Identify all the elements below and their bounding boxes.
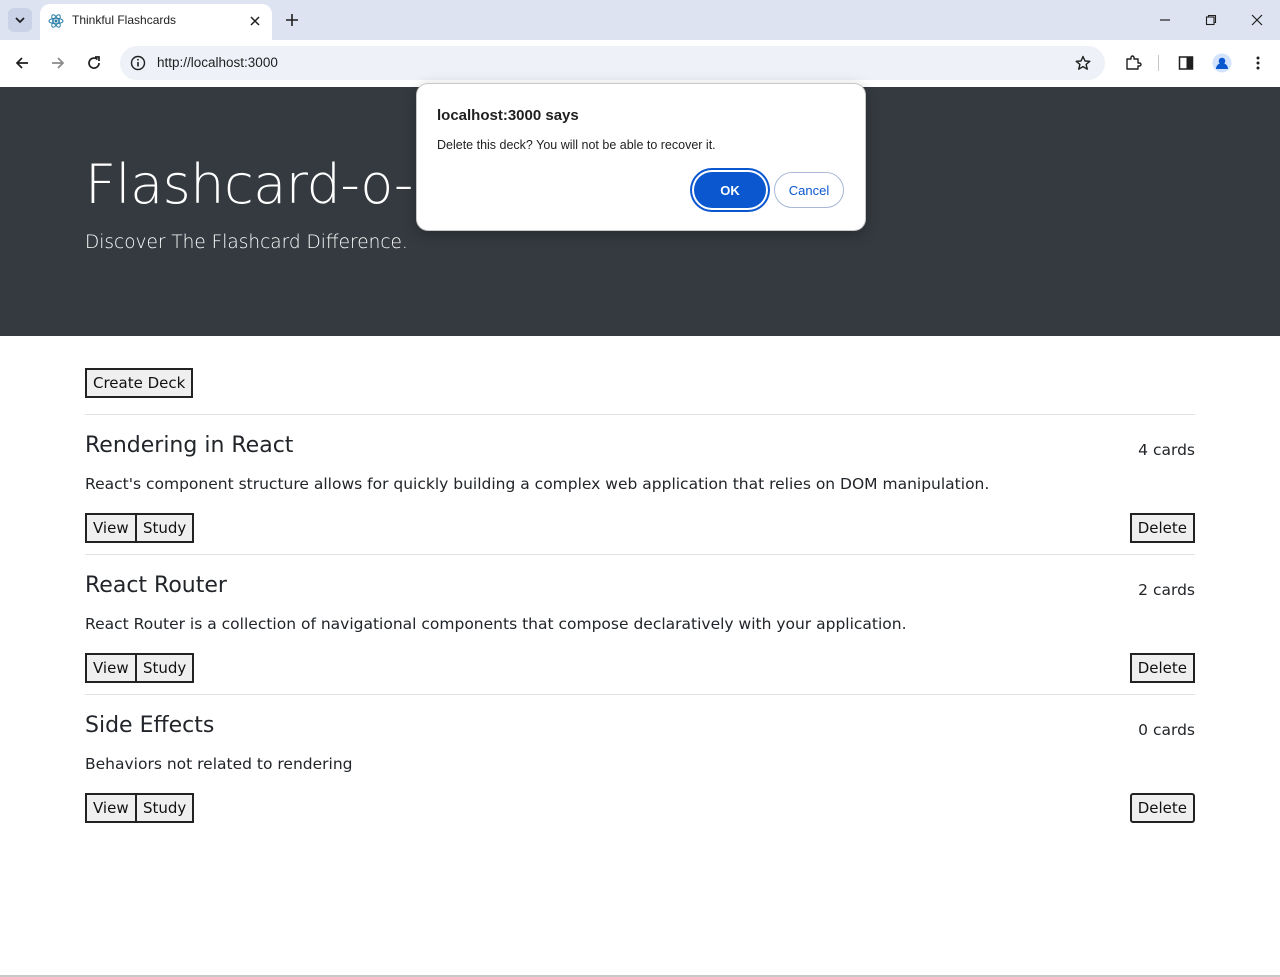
tab-strip: Thinkful Flashcards [0, 0, 1280, 40]
toolbar-divider [1158, 55, 1159, 71]
divider [85, 554, 1195, 555]
dialog-message: Delete this deck? You will not be able t… [437, 138, 716, 152]
deck-description: Behaviors not related to rendering [85, 755, 353, 773]
minimize-icon[interactable] [1154, 10, 1176, 30]
deck-card: Rendering in React 4 cards React's compo… [85, 433, 1195, 573]
deck-card-count: 4 cards [1138, 441, 1195, 459]
plus-icon[interactable] [282, 10, 302, 30]
star-icon[interactable] [1073, 53, 1093, 73]
browser-tab[interactable]: Thinkful Flashcards [40, 4, 272, 40]
view-button[interactable]: View [85, 793, 137, 823]
view-button[interactable]: View [85, 513, 137, 543]
divider [85, 414, 1195, 415]
profile-icon[interactable] [1211, 52, 1233, 74]
delete-button[interactable]: Delete [1129, 513, 1195, 543]
forward-arrow-icon[interactable] [47, 52, 69, 74]
study-button[interactable]: Study [135, 653, 195, 683]
address-bar[interactable]: http://localhost:3000 [120, 46, 1105, 80]
close-window-icon[interactable] [1246, 10, 1268, 30]
create-deck-button[interactable]: Create Deck [85, 368, 194, 398]
react-icon [48, 13, 64, 29]
tab-title: Thinkful Flashcards [72, 13, 177, 27]
deck-card-count: 2 cards [1138, 581, 1195, 599]
ok-button[interactable]: OK [694, 172, 766, 208]
deck-title: Side Effects [85, 713, 215, 738]
deck-card: Side Effects 0 cards Behaviors not relat… [85, 713, 1195, 853]
delete-button[interactable]: Delete [1129, 653, 1195, 683]
deck-title: Rendering in React [85, 433, 294, 458]
kebab-menu-icon[interactable] [1247, 52, 1269, 74]
close-icon[interactable] [246, 12, 264, 30]
deck-card-count: 0 cards [1138, 721, 1195, 739]
dialog-title: localhost:3000 says [437, 107, 579, 124]
browser-toolbar: http://localhost:3000 [0, 40, 1280, 87]
deck-title: React Router [85, 573, 227, 598]
app-subtitle: Discover The Flashcard Difference. [85, 232, 408, 253]
url-text[interactable]: http://localhost:3000 [157, 55, 278, 70]
chevron-down-icon[interactable] [8, 8, 32, 32]
info-icon[interactable] [128, 53, 148, 73]
confirm-dialog: localhost:3000 says Delete this deck? Yo… [416, 83, 866, 231]
view-button[interactable]: View [85, 653, 137, 683]
delete-button[interactable]: Delete [1129, 793, 1195, 823]
reload-icon[interactable] [83, 52, 105, 74]
back-arrow-icon[interactable] [11, 52, 33, 74]
restore-icon[interactable] [1200, 10, 1222, 30]
deck-description: React's component structure allows for q… [85, 475, 990, 493]
side-panel-icon[interactable] [1175, 52, 1197, 74]
puzzle-icon[interactable] [1122, 52, 1144, 74]
divider [85, 694, 1195, 695]
study-button[interactable]: Study [135, 513, 195, 543]
study-button[interactable]: Study [135, 793, 195, 823]
deck-card: React Router 2 cards React Router is a c… [85, 573, 1195, 713]
deck-description: React Router is a collection of navigati… [85, 615, 907, 633]
cancel-button[interactable]: Cancel [774, 172, 844, 208]
